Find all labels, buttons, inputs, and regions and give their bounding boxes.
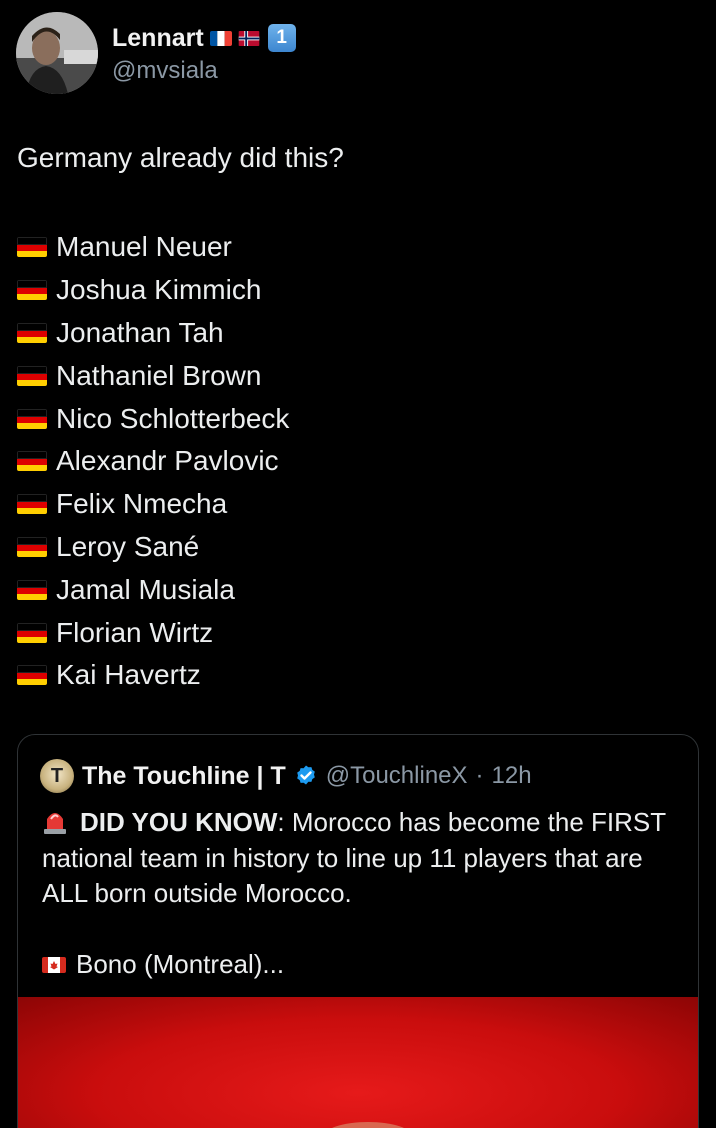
tweet-text: Germany already did this? (17, 142, 344, 173)
player-name: Joshua Kimmich (56, 274, 262, 306)
player-name: Nathaniel Brown (56, 359, 262, 391)
quoted-time[interactable]: 12h (492, 762, 532, 790)
germany-flag-icon (17, 579, 47, 600)
germany-flag-icon (17, 322, 47, 343)
list-item: Nico Schlotterbeck (17, 397, 289, 440)
norway-flag-icon (238, 30, 260, 46)
germany-flag-icon (17, 494, 47, 515)
list-item: Felix Nmecha (17, 483, 289, 526)
player-name: Florian Wirtz (56, 616, 214, 648)
quoted-display-name[interactable]: The Touchline | T (82, 762, 286, 791)
quoted-avatar[interactable]: T (40, 759, 74, 793)
quoted-tweet[interactable]: T The Touchline | T @TouchlineX · 12h DI… (17, 734, 699, 1128)
list-item: Jonathan Tah (17, 312, 289, 355)
player-name: Alexandr Pavlovic (56, 445, 279, 477)
germany-flag-icon (17, 536, 47, 557)
list-item: Leroy Sané (17, 526, 289, 569)
germany-flag-icon (17, 280, 47, 301)
germany-flag-icon (17, 622, 47, 643)
list-item: Jamal Musiala (17, 568, 289, 611)
france-flag-icon (209, 30, 232, 46)
list-item: Alexandr Pavlovic (17, 440, 289, 483)
media-graphic (323, 1122, 413, 1128)
player-name: Nico Schlotterbeck (56, 402, 290, 434)
quoted-media-image[interactable] (18, 997, 698, 1128)
germany-flag-icon (17, 451, 47, 472)
quoted-tweet-header: T The Touchline | T @TouchlineX · 12h (40, 759, 532, 793)
player-name: Manuel Neuer (56, 231, 232, 263)
author-display-name[interactable]: Lennart (112, 24, 204, 53)
player-list: Manuel Neuer Joshua Kimmich Jonathan Tah… (17, 226, 289, 697)
list-item: Kai Havertz (17, 654, 289, 697)
siren-icon (44, 813, 66, 834)
name-row: Lennart 1 (112, 21, 296, 55)
author-handle[interactable]: @mvsiala (112, 57, 296, 85)
list-item: Manuel Neuer (17, 226, 289, 269)
author-names: Lennart 1 @mvsiala (112, 21, 296, 85)
player-name: Kai Havertz (56, 659, 201, 691)
quoted-handle[interactable]: @TouchlineX (326, 762, 468, 790)
quoted-tweet-text: DID YOU KNOW: Morocco has become the FIR… (42, 805, 692, 912)
germany-flag-icon (17, 408, 47, 429)
germany-flag-icon (17, 237, 47, 258)
canada-flag-icon (42, 956, 66, 973)
did-you-know-label: DID YOU KNOW (80, 807, 278, 837)
avatar[interactable] (16, 12, 98, 94)
germany-flag-icon (17, 365, 47, 386)
player-name: Leroy Sané (56, 530, 200, 562)
player-name: Jonathan Tah (56, 316, 224, 348)
dot-separator: · (475, 762, 484, 789)
player-name: Felix Nmecha (56, 488, 228, 520)
keycap-one-icon: 1 (267, 24, 296, 52)
player-name: Jamal Musiala (56, 573, 235, 605)
bono-line: Bono (Montreal)... (42, 949, 284, 980)
list-item: Nathaniel Brown (17, 354, 289, 397)
tweet-header: Lennart 1 @mvsiala (16, 12, 296, 94)
verified-badge-icon (296, 765, 315, 785)
tweet-screen: Lennart 1 @mvsiala Germany already did t… (0, 0, 716, 1128)
list-item: Florian Wirtz (17, 611, 289, 654)
list-item: Joshua Kimmich (17, 269, 289, 312)
germany-flag-icon (17, 665, 47, 686)
bono-text: Bono (Montreal)... (76, 949, 285, 979)
